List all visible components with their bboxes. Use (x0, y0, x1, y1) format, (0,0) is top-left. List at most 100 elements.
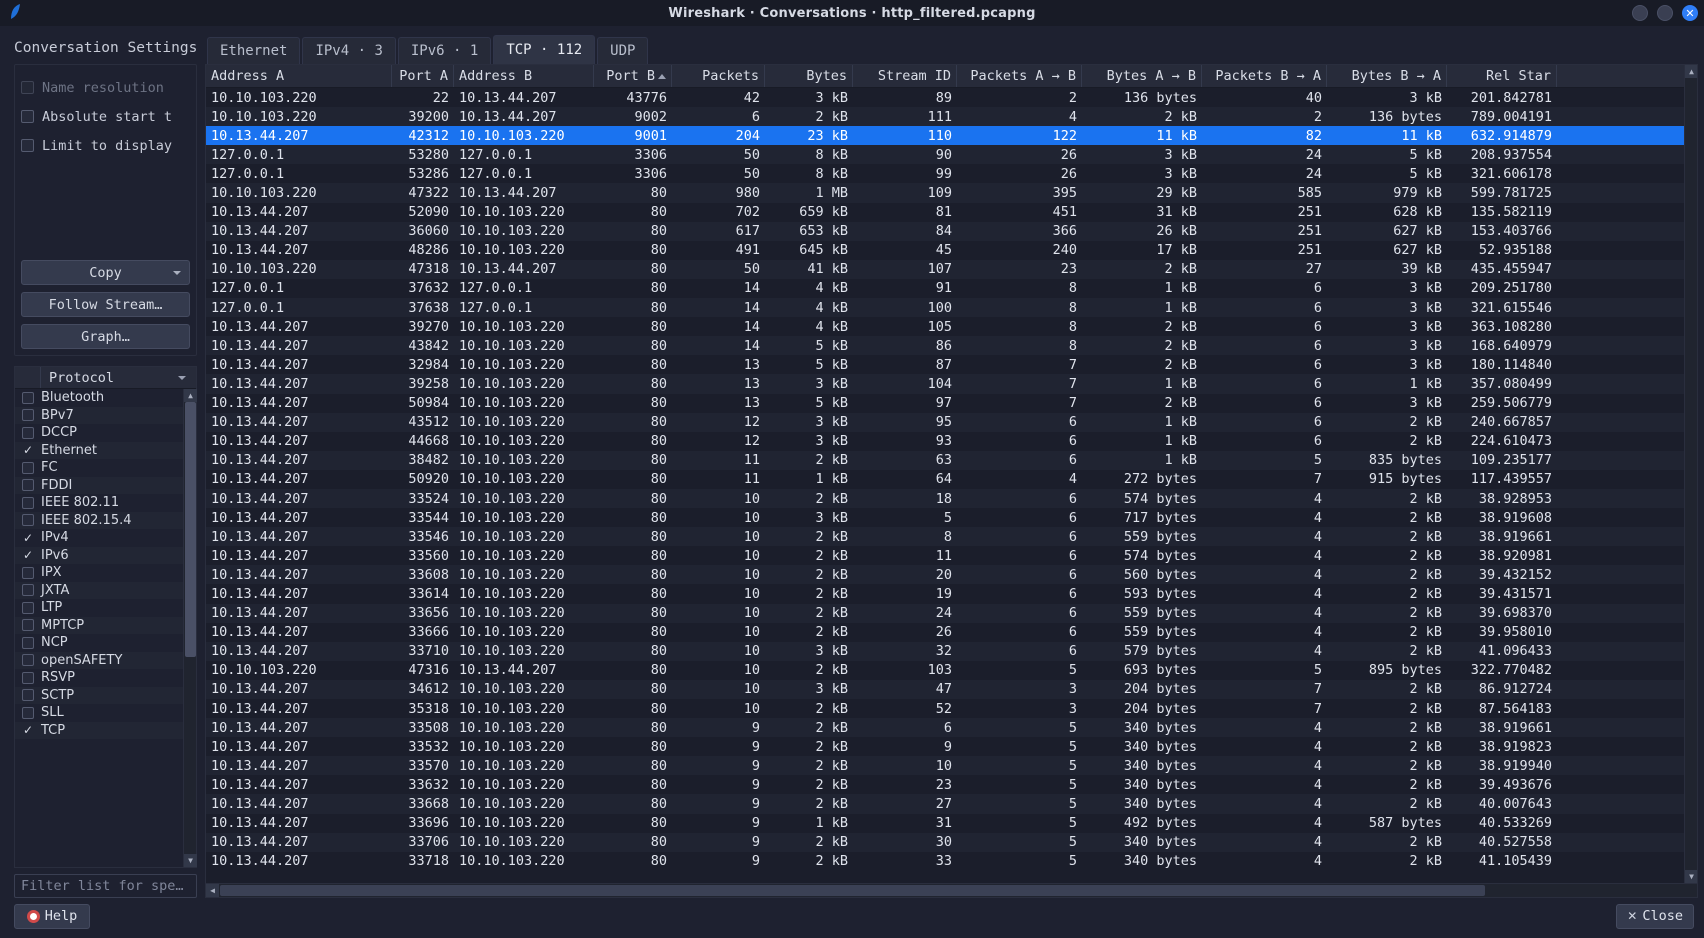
tab-ipv6[interactable]: IPv6 · 1 (398, 37, 491, 64)
close-icon[interactable]: ✕ (1682, 5, 1698, 21)
table-row[interactable]: 10.10.103.2204732210.13.44.207809801 MB1… (206, 183, 1697, 202)
table-row[interactable]: 10.10.103.2204731610.13.44.20780102 kB10… (206, 661, 1697, 680)
table-row[interactable]: 10.10.103.2204731810.13.44.207805041 kB1… (206, 260, 1697, 279)
tab-ipv4[interactable]: IPv4 · 3 (302, 37, 395, 64)
table-row[interactable]: 10.13.44.2073350810.10.103.2208092 kB653… (206, 718, 1697, 737)
table-row[interactable]: 10.13.44.2073369610.10.103.2208091 kB315… (206, 814, 1697, 833)
table-row[interactable]: 10.13.44.2073531810.10.103.22080102 kB52… (206, 699, 1697, 718)
checkbox-icon[interactable] (15, 497, 41, 509)
table-row[interactable]: 10.13.44.2074231210.10.103.220900120423 … (206, 126, 1697, 145)
table-body[interactable]: 10.10.103.2202210.13.44.20743776423 kB89… (206, 88, 1697, 897)
checkbox-icon[interactable] (15, 689, 41, 701)
column-header[interactable]: Bytes B → A (1327, 65, 1447, 87)
protocol-list-item[interactable]: IEEE 802.11 (15, 494, 196, 512)
table-row[interactable]: 10.13.44.2074351210.10.103.22080123 kB95… (206, 413, 1697, 432)
tab-udp[interactable]: UDP (597, 37, 648, 64)
close-button[interactable]: ✕ Close (1616, 904, 1694, 929)
checkbox-icon[interactable] (15, 479, 41, 491)
column-header[interactable]: Bytes (765, 65, 853, 87)
table-vertical-scrollbar[interactable]: ▲ ▼ (1684, 65, 1697, 883)
table-row[interactable]: 10.13.44.2073352410.10.103.22080102 kB18… (206, 489, 1697, 508)
column-header[interactable]: Bytes A → B (1082, 65, 1202, 87)
table-row[interactable]: 10.13.44.2073366810.10.103.2208092 kB275… (206, 794, 1697, 813)
checkbox-icon[interactable] (15, 409, 41, 421)
table-row[interactable]: 127.0.0.137632127.0.0.180144 kB9181 kB63… (206, 279, 1697, 298)
table-horizontal-scrollbar[interactable]: ◀ (206, 883, 1697, 897)
table-row[interactable]: 10.10.103.2202210.13.44.20743776423 kB89… (206, 88, 1697, 107)
protocol-list-item[interactable]: BPv7 (15, 407, 196, 425)
checkbox-icon[interactable] (15, 427, 41, 439)
tab-ethernet[interactable]: Ethernet (207, 37, 300, 64)
protocol-list-item[interactable]: RSVP (15, 669, 196, 687)
column-header[interactable]: Packets A → B (957, 65, 1082, 87)
graph-button[interactable]: Graph… (21, 324, 190, 349)
table-row[interactable]: 10.13.44.2073370610.10.103.2208092 kB305… (206, 833, 1697, 852)
protocol-list-item[interactable]: SLL (15, 704, 196, 722)
table-row[interactable]: 127.0.0.137638127.0.0.180144 kB10081 kB6… (206, 298, 1697, 317)
table-row[interactable]: 10.13.44.2074384210.10.103.22080145 kB86… (206, 336, 1697, 355)
table-row[interactable]: 10.13.44.2073298410.10.103.22080135 kB87… (206, 355, 1697, 374)
minimize-icon[interactable] (1632, 5, 1648, 21)
table-row[interactable]: 127.0.0.153286127.0.0.13306508 kB99263 k… (206, 164, 1697, 183)
protocol-list-item[interactable]: MPTCP (15, 617, 196, 635)
table-row[interactable]: 10.13.44.2073606010.10.103.22080617653 k… (206, 222, 1697, 241)
checkbox-icon[interactable] (21, 110, 34, 123)
checkbox-checked-icon[interactable]: ✓ (15, 549, 41, 561)
table-row[interactable]: 10.13.44.2073371010.10.103.22080103 kB32… (206, 642, 1697, 661)
checkbox-icon[interactable] (15, 637, 41, 649)
column-header[interactable]: Packets B → A (1202, 65, 1327, 87)
table-row[interactable]: 10.13.44.2074828610.10.103.22080491645 k… (206, 241, 1697, 260)
protocol-column-header[interactable]: Protocol (15, 367, 196, 389)
column-header[interactable]: Address A (206, 65, 392, 87)
protocol-list-item[interactable]: JXTA (15, 582, 196, 600)
protocol-list-item[interactable]: LTP (15, 599, 196, 617)
column-header[interactable]: Stream ID (853, 65, 957, 87)
table-row[interactable]: 10.13.44.2073363210.10.103.2208092 kB235… (206, 775, 1697, 794)
table-row[interactable]: 10.10.103.2203920010.13.44.207900262 kB1… (206, 107, 1697, 126)
table-row[interactable]: 10.13.44.2073356010.10.103.22080102 kB11… (206, 546, 1697, 565)
checkbox-icon[interactable] (15, 707, 41, 719)
table-row[interactable]: 10.13.44.2073354410.10.103.22080103 kB56… (206, 508, 1697, 527)
protocol-list-item[interactable]: NCP (15, 634, 196, 652)
protocol-list-scrollbar[interactable]: ▲ ▼ (183, 389, 196, 867)
protocol-list-item[interactable]: ✓TCP (15, 722, 196, 740)
tab-tcp[interactable]: TCP · 112 (493, 35, 595, 64)
table-row[interactable]: 10.13.44.2073461210.10.103.22080103 kB47… (206, 680, 1697, 699)
checkbox-icon[interactable] (15, 584, 41, 596)
protocol-list-item[interactable]: Bluetooth (15, 389, 196, 407)
checkbox-checked-icon[interactable]: ✓ (15, 444, 41, 456)
scroll-down-icon[interactable]: ▼ (1685, 870, 1698, 883)
column-header[interactable]: Packets (672, 65, 765, 87)
checkbox-checked-icon[interactable]: ✓ (15, 532, 41, 544)
checkbox-icon[interactable] (15, 392, 41, 404)
checkbox-icon[interactable] (15, 567, 41, 579)
table-row[interactable]: 10.13.44.2073357010.10.103.2208092 kB105… (206, 756, 1697, 775)
checkbox-icon[interactable] (15, 602, 41, 614)
column-header[interactable]: Rel Star (1447, 65, 1557, 87)
table-row[interactable]: 10.13.44.2075098410.10.103.22080135 kB97… (206, 394, 1697, 413)
copy-button[interactable]: Copy (21, 260, 190, 285)
protocol-list-item[interactable]: ✓IPv4 (15, 529, 196, 547)
table-row[interactable]: 10.13.44.2073366610.10.103.22080102 kB26… (206, 623, 1697, 642)
checkbox-icon[interactable] (21, 81, 34, 94)
checkbox-icon[interactable] (15, 514, 41, 526)
table-row[interactable]: 10.13.44.2073927010.10.103.22080144 kB10… (206, 317, 1697, 336)
scroll-down-icon[interactable]: ▼ (184, 854, 197, 867)
protocol-list-item[interactable]: DCCP (15, 424, 196, 442)
table-row[interactable]: 127.0.0.153280127.0.0.13306508 kB90263 k… (206, 145, 1697, 164)
checkbox-icon[interactable] (15, 619, 41, 631)
table-row[interactable]: 10.13.44.2075092010.10.103.22080111 kB64… (206, 470, 1697, 489)
help-button[interactable]: Help (14, 904, 90, 929)
table-row[interactable]: 10.13.44.2075209010.10.103.22080702659 k… (206, 203, 1697, 222)
chevron-down-icon[interactable] (178, 376, 186, 380)
scroll-left-icon[interactable]: ◀ (206, 884, 219, 897)
protocol-list-item[interactable]: FC (15, 459, 196, 477)
table-row[interactable]: 10.13.44.2073925810.10.103.22080133 kB10… (206, 374, 1697, 393)
scrollbar-thumb[interactable] (220, 885, 1485, 896)
protocol-list-item[interactable]: ✓IPv6 (15, 547, 196, 565)
chevron-down-icon[interactable] (173, 271, 181, 275)
protocol-list-item[interactable]: SCTP (15, 687, 196, 705)
table-row[interactable]: 10.13.44.2074466810.10.103.22080123 kB93… (206, 432, 1697, 451)
protocol-list-item[interactable]: IPX (15, 564, 196, 582)
checkbox-icon[interactable] (15, 672, 41, 684)
